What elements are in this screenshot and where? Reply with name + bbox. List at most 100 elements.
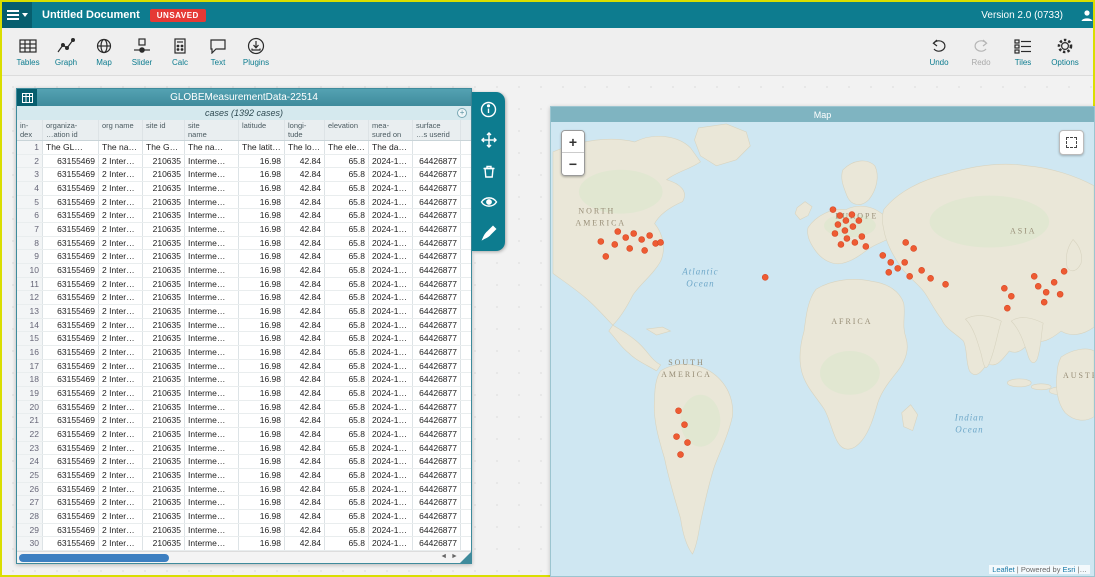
world-map-graphic[interactable]: NORTHAMERICASOUTHAMERICAEUROPEAFRICAASIA…	[551, 122, 1094, 576]
table-cell[interactable]: 2024-12…	[369, 237, 413, 250]
index-cell[interactable]: 1	[17, 141, 43, 154]
table-row[interactable]: 10631554692 Inter…210635Interme…16.9842.…	[17, 264, 471, 278]
table-cell[interactable]: 2024-12…	[369, 305, 413, 318]
table-cell[interactable]: 64426877	[413, 264, 461, 277]
table-cell[interactable]: 210635	[143, 209, 185, 222]
table-cell[interactable]: 42.84	[285, 305, 325, 318]
table-cell[interactable]: 2024-12…	[369, 496, 413, 509]
table-cell[interactable]: 210635	[143, 155, 185, 168]
map-data-point[interactable]	[856, 218, 862, 224]
table-cell[interactable]: 65.8	[325, 168, 369, 181]
table-cell[interactable]: Interme…	[185, 360, 239, 373]
table-cell[interactable]: 42.84	[285, 237, 325, 250]
table-row[interactable]: 29631554692 Inter…210635Interme…16.9842.…	[17, 524, 471, 538]
column-header[interactable]: sitename	[185, 120, 239, 140]
map-titlebar[interactable]: Map	[551, 107, 1094, 122]
table-cell[interactable]: 64426877	[413, 360, 461, 373]
table-row[interactable]: 14631554692 Inter…210635Interme…16.9842.…	[17, 319, 471, 333]
table-cell[interactable]: 2 Inter…	[99, 428, 143, 441]
map-data-point[interactable]	[682, 422, 688, 428]
table-cell[interactable]: 64426877	[413, 537, 461, 550]
table-cell[interactable]: 42.84	[285, 196, 325, 209]
table-cell[interactable]: 65.8	[325, 373, 369, 386]
table-cell[interactable]: 2024-12…	[369, 223, 413, 236]
table-cell[interactable]: Interme…	[185, 401, 239, 414]
attribution-link[interactable]: Leaflet	[992, 565, 1015, 574]
table-cell[interactable]: 63155469	[43, 305, 99, 318]
index-cell[interactable]: 7	[17, 223, 43, 236]
table-cell[interactable]: 42.84	[285, 264, 325, 277]
table-cell[interactable]: 210635	[143, 237, 185, 250]
map-data-point[interactable]	[895, 265, 901, 271]
table-row[interactable]: 7631554692 Inter…210635Interme…16.9842.8…	[17, 223, 471, 237]
table-cell[interactable]: 2 Inter…	[99, 496, 143, 509]
table-cell[interactable]: 2 Inter…	[99, 387, 143, 400]
table-cell[interactable]: 42.84	[285, 278, 325, 291]
map-data-point[interactable]	[1008, 293, 1014, 299]
attribution-link[interactable]: Esri	[1063, 565, 1076, 574]
table-cell[interactable]: 2024-12…	[369, 373, 413, 386]
table-cell[interactable]: 42.84	[285, 168, 325, 181]
table-cell[interactable]: Interme…	[185, 209, 239, 222]
table-cell[interactable]: 2 Inter…	[99, 305, 143, 318]
map-data-point[interactable]	[838, 241, 844, 247]
column-header[interactable]: latitude	[239, 120, 285, 140]
table-cell[interactable]: 42.84	[285, 414, 325, 427]
table-cell[interactable]: Interme…	[185, 455, 239, 468]
calc-button[interactable]: Calc	[162, 30, 198, 74]
table-cell[interactable]: 65.8	[325, 469, 369, 482]
table-cell[interactable]: 65.8	[325, 524, 369, 537]
table-cell[interactable]: 2 Inter…	[99, 346, 143, 359]
table-cell[interactable]: 65.8	[325, 455, 369, 468]
map-data-point[interactable]	[943, 281, 949, 287]
account-icon[interactable]	[1077, 5, 1095, 25]
table-cell[interactable]: 210635	[143, 278, 185, 291]
table-cell[interactable]: 63155469	[43, 209, 99, 222]
table-cell[interactable]: The GL…	[43, 141, 99, 154]
table-cell[interactable]: 16.98	[239, 196, 285, 209]
table-cell[interactable]: Interme…	[185, 223, 239, 236]
index-cell[interactable]: 15	[17, 332, 43, 345]
table-cell[interactable]: 16.98	[239, 155, 285, 168]
table-row[interactable]: 18631554692 Inter…210635Interme…16.9842.…	[17, 373, 471, 387]
map-data-point[interactable]	[907, 273, 913, 279]
table-cell[interactable]: 64426877	[413, 401, 461, 414]
table-cell[interactable]: 64426877	[413, 291, 461, 304]
table-cell[interactable]: 63155469	[43, 537, 99, 550]
table-cell[interactable]: Interme…	[185, 414, 239, 427]
table-cell[interactable]: 42.84	[285, 319, 325, 332]
eye-icon[interactable]	[477, 190, 501, 214]
table-cell[interactable]: 64426877	[413, 319, 461, 332]
index-cell[interactable]: 20	[17, 401, 43, 414]
options-button[interactable]: Options	[1047, 30, 1083, 74]
table-cell[interactable]: 210635	[143, 414, 185, 427]
table-row[interactable]: 8631554692 Inter…210635Interme…16.9842.8…	[17, 237, 471, 251]
table-cell[interactable]: 2 Inter…	[99, 442, 143, 455]
table-cell[interactable]: 2024-12…	[369, 455, 413, 468]
table-cell[interactable]: 63155469	[43, 182, 99, 195]
table-cell[interactable]: 2 Inter…	[99, 483, 143, 496]
marquee-select-button[interactable]	[1059, 130, 1084, 155]
index-cell[interactable]: 9	[17, 250, 43, 263]
table-cell[interactable]: 2 Inter…	[99, 182, 143, 195]
main-menu-button[interactable]	[2, 2, 32, 28]
table-cell[interactable]: 16.98	[239, 264, 285, 277]
table-cell[interactable]: Interme…	[185, 537, 239, 550]
table-row[interactable]: 23631554692 Inter…210635Interme…16.9842.…	[17, 442, 471, 456]
table-cell[interactable]: The latit…	[239, 141, 285, 154]
table-cell[interactable]: 63155469	[43, 442, 99, 455]
map-data-point[interactable]	[852, 239, 858, 245]
column-header[interactable]: surface…s userid	[413, 120, 461, 140]
tables-button[interactable]: Tables	[10, 30, 46, 74]
map-data-point[interactable]	[762, 274, 768, 280]
table-cell[interactable]: 64426877	[413, 510, 461, 523]
table-cell[interactable]: 210635	[143, 483, 185, 496]
table-cell[interactable]: 2 Inter…	[99, 209, 143, 222]
table-cell[interactable]: 2024-12…	[369, 278, 413, 291]
table-cell[interactable]: 65.8	[325, 264, 369, 277]
table-cell[interactable]: Interme…	[185, 469, 239, 482]
table-cell[interactable]: 210635	[143, 442, 185, 455]
table-cell[interactable]: 2024-12…	[369, 332, 413, 345]
brush-icon[interactable]	[477, 221, 501, 245]
table-row[interactable]: 1The GL…The na…The GL…The na…The latit…T…	[17, 141, 471, 155]
